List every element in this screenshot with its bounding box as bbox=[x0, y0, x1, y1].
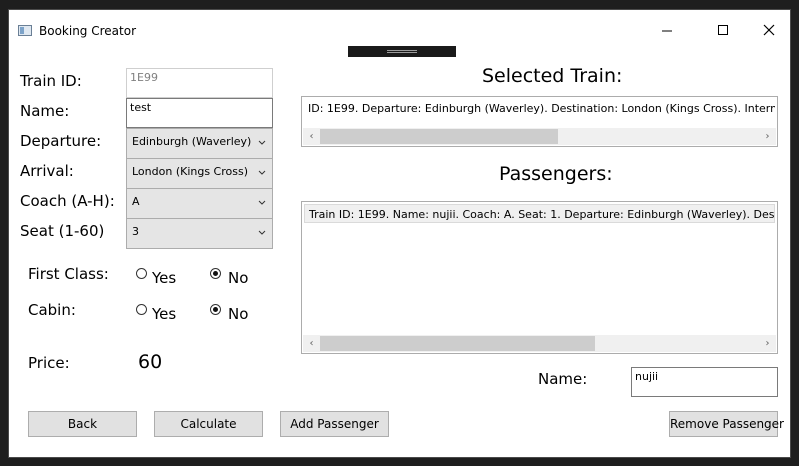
train-id-field[interactable]: 1E99 bbox=[126, 68, 273, 98]
scroll-right-icon[interactable]: › bbox=[759, 335, 776, 352]
window-title: Booking Creator bbox=[39, 24, 137, 38]
minimize-icon bbox=[662, 30, 672, 32]
arrival-select[interactable]: London (Kings Cross) bbox=[126, 158, 273, 189]
chevron-down-icon bbox=[258, 230, 266, 235]
first-class-label: First Class: bbox=[28, 265, 109, 283]
coach-select[interactable]: A bbox=[126, 188, 273, 219]
cabin-label: Cabin: bbox=[28, 301, 76, 319]
close-button[interactable] bbox=[747, 18, 793, 41]
first-class-no-radio[interactable] bbox=[210, 268, 221, 279]
coach-value: A bbox=[132, 195, 140, 208]
scroll-left-icon[interactable]: ‹ bbox=[303, 335, 320, 352]
scrollbar-thumb[interactable] bbox=[320, 129, 558, 144]
departure-select[interactable]: Edinburgh (Waverley) bbox=[126, 128, 273, 159]
seat-select[interactable]: 3 bbox=[126, 218, 273, 249]
chevron-down-icon bbox=[258, 140, 266, 145]
booking-creator-window: Booking Creator Train ID: 1E99 Name: tes… bbox=[8, 9, 791, 458]
passengers-heading: Passengers: bbox=[499, 163, 613, 185]
list-item[interactable]: Train ID: 1E99. Name: nujii. Coach: A. S… bbox=[304, 204, 775, 223]
name-label: Name: bbox=[20, 102, 70, 120]
passengers-list[interactable]: Train ID: 1E99. Name: nujii. Coach: A. S… bbox=[301, 201, 778, 354]
selected-train-list[interactable]: ID: 1E99. Departure: Edinburgh (Waverley… bbox=[301, 96, 778, 147]
maximize-button[interactable] bbox=[701, 18, 747, 41]
cabin-no-radio[interactable] bbox=[210, 304, 221, 315]
grip-handle[interactable] bbox=[348, 46, 456, 57]
maximize-icon bbox=[718, 25, 728, 35]
calculate-button[interactable]: Calculate bbox=[154, 411, 263, 437]
list-item[interactable]: ID: 1E99. Departure: Edinburgh (Waverley… bbox=[304, 99, 775, 118]
seat-label: Seat (1-60) bbox=[20, 222, 105, 240]
add-passenger-button[interactable]: Add Passenger bbox=[280, 411, 389, 437]
departure-value: Edinburgh (Waverley) bbox=[132, 135, 252, 148]
name-field[interactable]: test bbox=[126, 98, 273, 128]
app-icon bbox=[18, 25, 32, 36]
scrollbar-thumb[interactable] bbox=[320, 336, 595, 351]
departure-label: Departure: bbox=[20, 132, 102, 150]
passengers-scrollbar[interactable]: ‹ › bbox=[303, 335, 776, 352]
train-id-label: Train ID: bbox=[20, 72, 82, 90]
scroll-right-icon[interactable]: › bbox=[759, 128, 776, 145]
back-button[interactable]: Back bbox=[28, 411, 137, 437]
price-label: Price: bbox=[28, 354, 70, 372]
first-class-yes-radio[interactable] bbox=[136, 268, 147, 279]
cabin-yes-label[interactable]: Yes bbox=[152, 305, 176, 323]
title-bar[interactable]: Booking Creator bbox=[9, 10, 790, 41]
coach-label: Coach (A-H): bbox=[20, 192, 115, 210]
price-value: 60 bbox=[138, 351, 163, 373]
selected-train-heading: Selected Train: bbox=[482, 65, 623, 87]
seat-value: 3 bbox=[132, 225, 139, 238]
arrival-value: London (Kings Cross) bbox=[132, 165, 249, 178]
first-class-no-label[interactable]: No bbox=[228, 269, 248, 287]
remove-name-label: Name: bbox=[538, 370, 588, 388]
selected-train-scrollbar[interactable]: ‹ › bbox=[303, 128, 776, 145]
scroll-left-icon[interactable]: ‹ bbox=[303, 128, 320, 145]
chevron-down-icon bbox=[258, 200, 266, 205]
cabin-no-label[interactable]: No bbox=[228, 305, 248, 323]
minimize-button[interactable] bbox=[645, 18, 691, 41]
remove-name-field[interactable]: nujii bbox=[631, 367, 778, 397]
remove-passenger-button[interactable]: Remove Passenger bbox=[669, 411, 784, 437]
arrival-label: Arrival: bbox=[20, 162, 74, 180]
close-icon bbox=[763, 24, 775, 36]
cabin-yes-radio[interactable] bbox=[136, 304, 147, 315]
chevron-down-icon bbox=[258, 170, 266, 175]
first-class-yes-label[interactable]: Yes bbox=[152, 269, 176, 287]
